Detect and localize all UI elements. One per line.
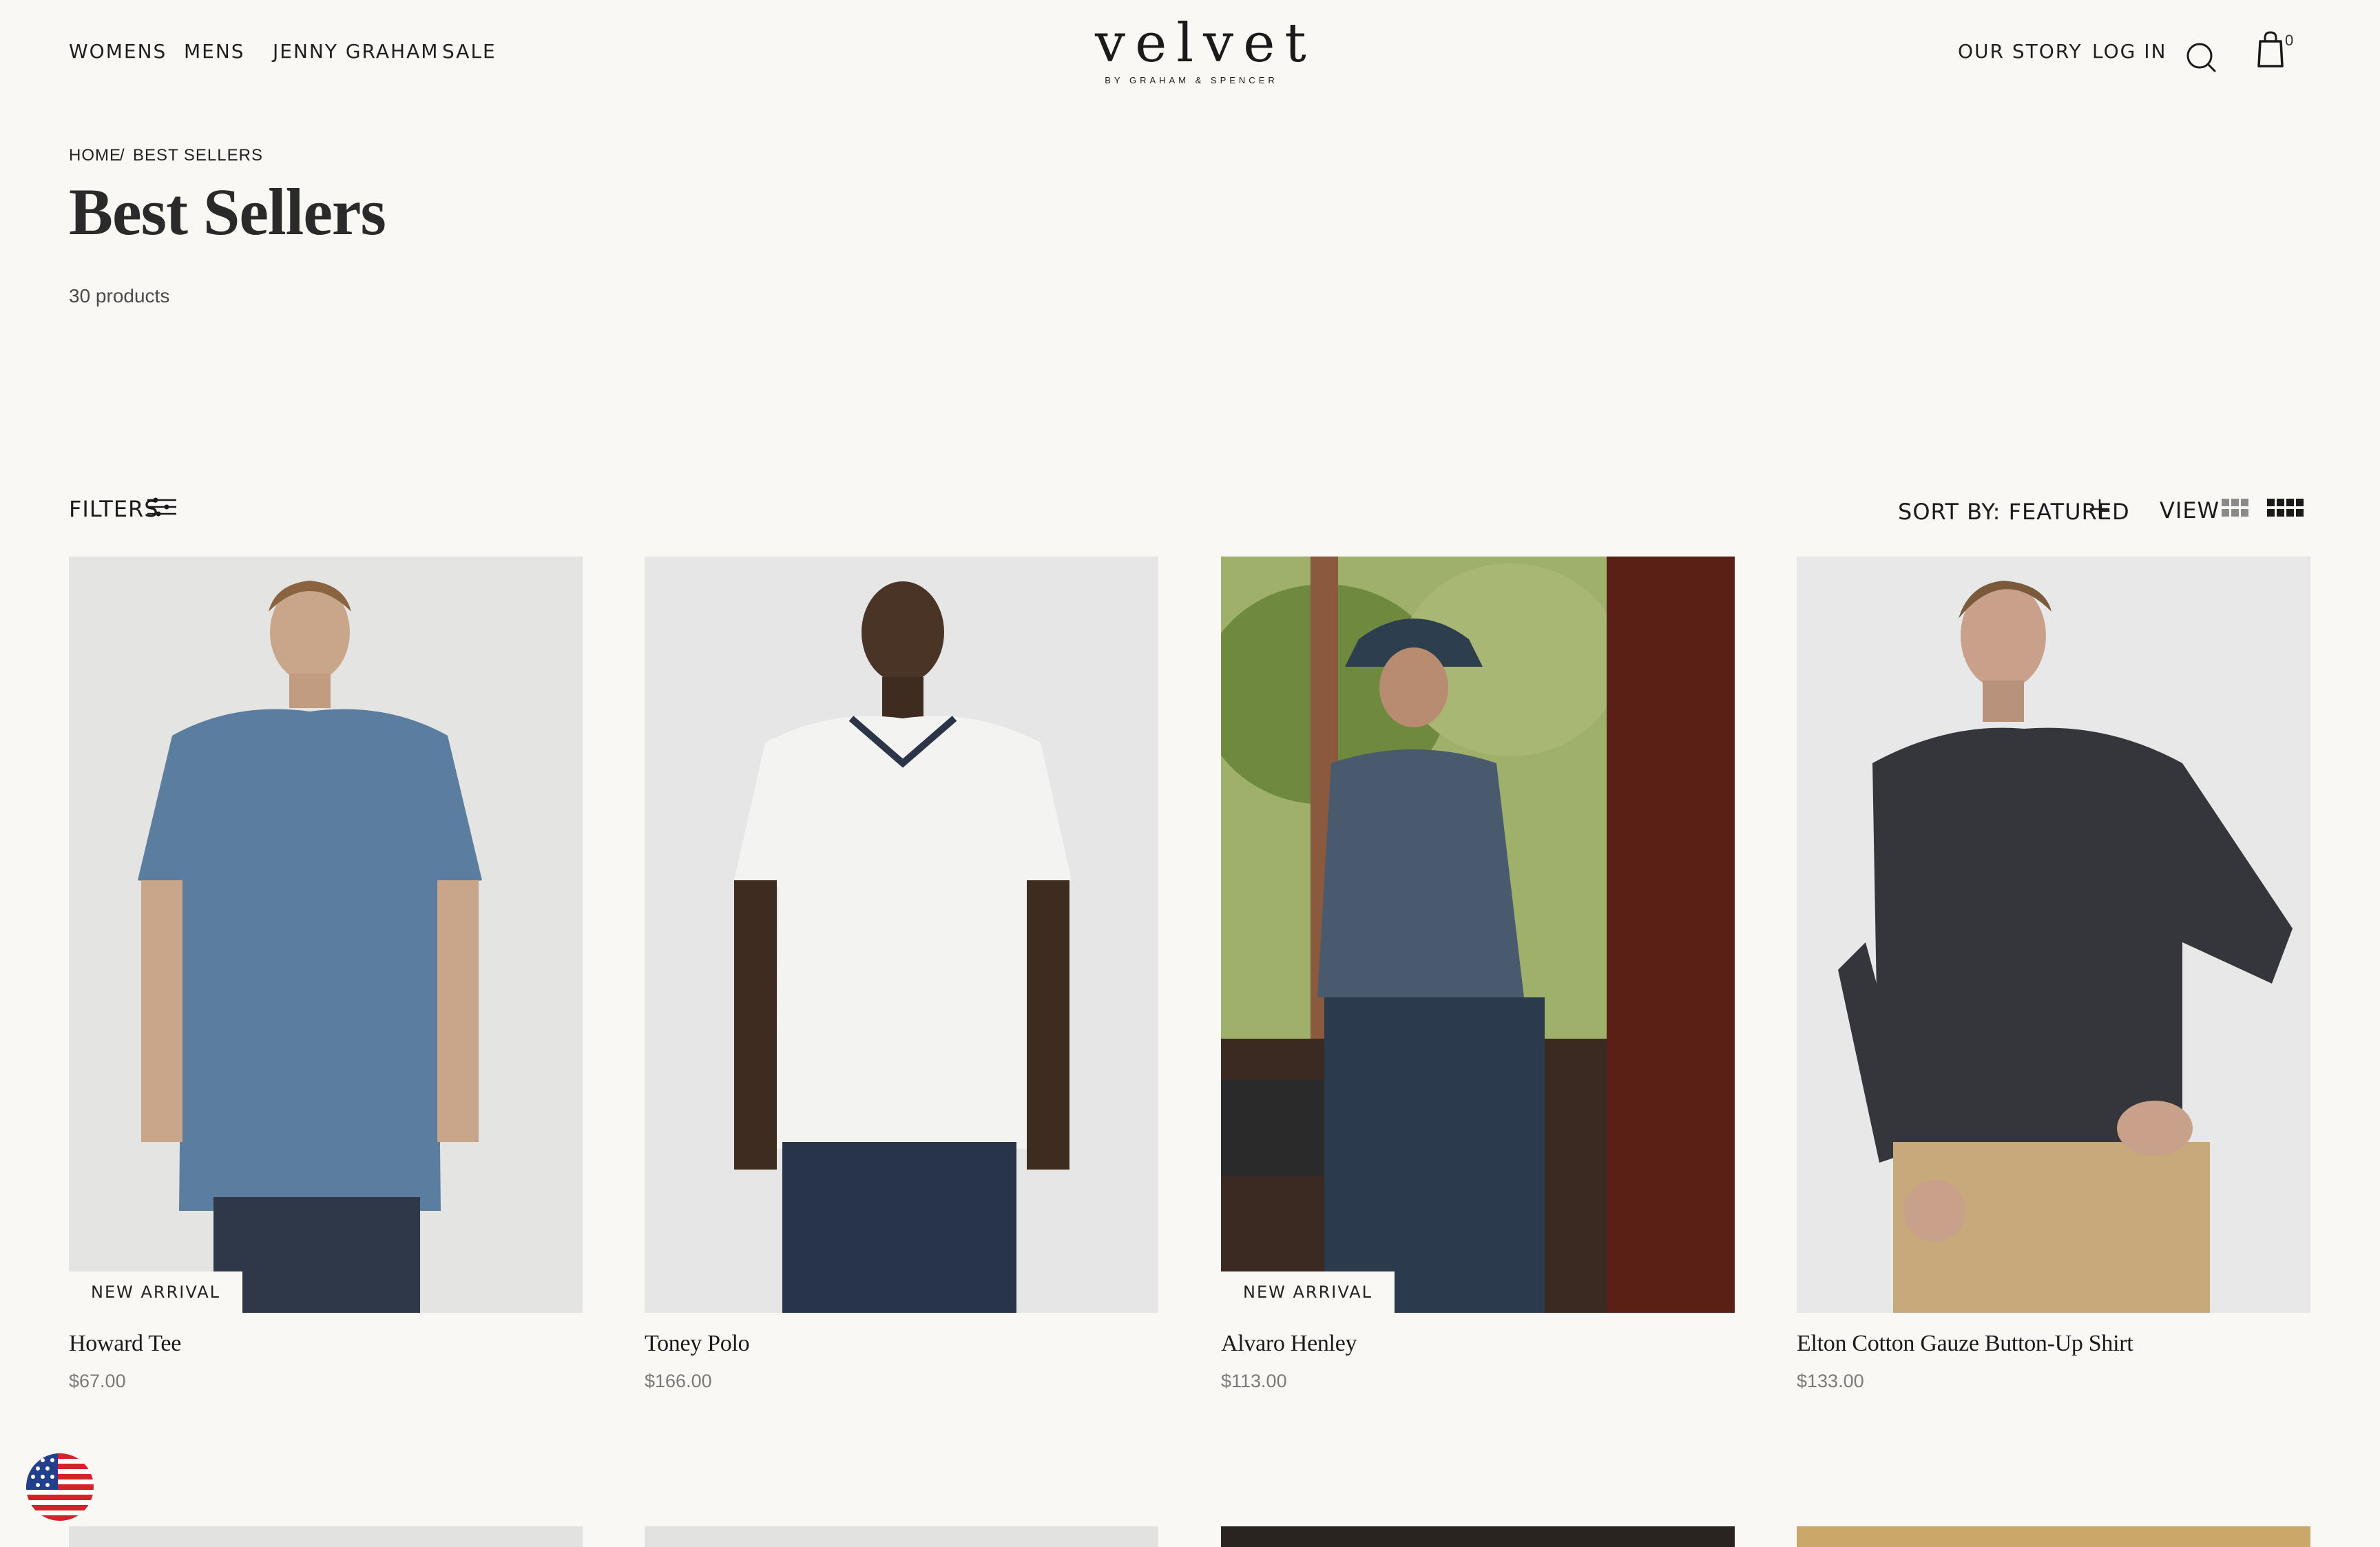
product-card-elton-shirt[interactable] <box>1797 557 2310 1313</box>
product-name[interactable]: Elton Cotton Gauze Button-Up Shirt <box>1797 1331 2133 1357</box>
product-image[interactable]: NEW ARRIVAL <box>1221 557 1735 1313</box>
grid-4-icon[interactable] <box>2267 499 2304 518</box>
new-arrival-badge: NEW ARRIVAL <box>1221 1271 1395 1313</box>
nav-jenny-graham[interactable]: JENNY GRAHAM <box>273 40 439 63</box>
product-price: $133.00 <box>1797 1371 1864 1391</box>
breadcrumb-current: BEST SELLERS <box>133 146 263 165</box>
nav-sale[interactable]: SALE <box>442 40 497 63</box>
product-image[interactable] <box>1797 557 2310 1313</box>
filters-icon <box>146 495 179 523</box>
view-label: VIEW <box>2160 497 2220 523</box>
new-arrival-badge: NEW ARRIVAL <box>69 1271 242 1313</box>
nav-our-story[interactable]: OUR STORY <box>1958 40 2082 63</box>
product-card-alvaro-henley[interactable]: NEW ARRIVAL <box>1221 557 1735 1313</box>
product-image[interactable]: NEW ARRIVAL <box>69 557 583 1313</box>
us-flag-icon[interactable] <box>26 1453 94 1521</box>
grid-3-icon[interactable] <box>2222 499 2249 518</box>
product-card-peek[interactable] <box>69 1526 583 1547</box>
breadcrumb-home[interactable]: HOME <box>69 146 121 165</box>
product-card-peek[interactable] <box>1797 1526 2310 1547</box>
nav-womens[interactable]: WOMENS <box>69 40 167 63</box>
page-title: Best Sellers <box>69 175 386 249</box>
product-card-howard-tee[interactable]: NEW ARRIVAL <box>69 557 583 1313</box>
logo-tagline: BY GRAHAM & SPENCER <box>1105 75 1278 85</box>
search-icon[interactable] <box>2184 40 2219 74</box>
product-price: $166.00 <box>645 1371 712 1391</box>
filters-label: FILTERS <box>69 496 159 522</box>
nav-mens[interactable]: MENS <box>184 40 245 63</box>
product-price: $113.00 <box>1221 1371 1287 1391</box>
product-image[interactable] <box>645 557 1158 1313</box>
nav-log-in[interactable]: LOG IN <box>2092 40 2167 63</box>
product-card-peek[interactable] <box>1221 1526 1735 1547</box>
product-count: 30 products <box>69 285 170 307</box>
product-name[interactable]: Toney Polo <box>645 1331 750 1357</box>
product-name[interactable]: Howard Tee <box>69 1331 181 1357</box>
sort-dropdown[interactable]: SORT BY: FEATURED <box>1898 497 2129 528</box>
logo-wordmark: velvet <box>1095 12 1316 74</box>
product-price: $67.00 <box>69 1371 126 1391</box>
cart-count: 0 <box>2285 32 2294 49</box>
product-card-toney-polo[interactable] <box>645 557 1158 1313</box>
product-name[interactable]: Alvaro Henley <box>1221 1331 1357 1357</box>
plus-icon <box>2088 497 2111 524</box>
product-card-peek[interactable] <box>645 1526 1158 1547</box>
breadcrumb-separator: / <box>120 146 125 165</box>
